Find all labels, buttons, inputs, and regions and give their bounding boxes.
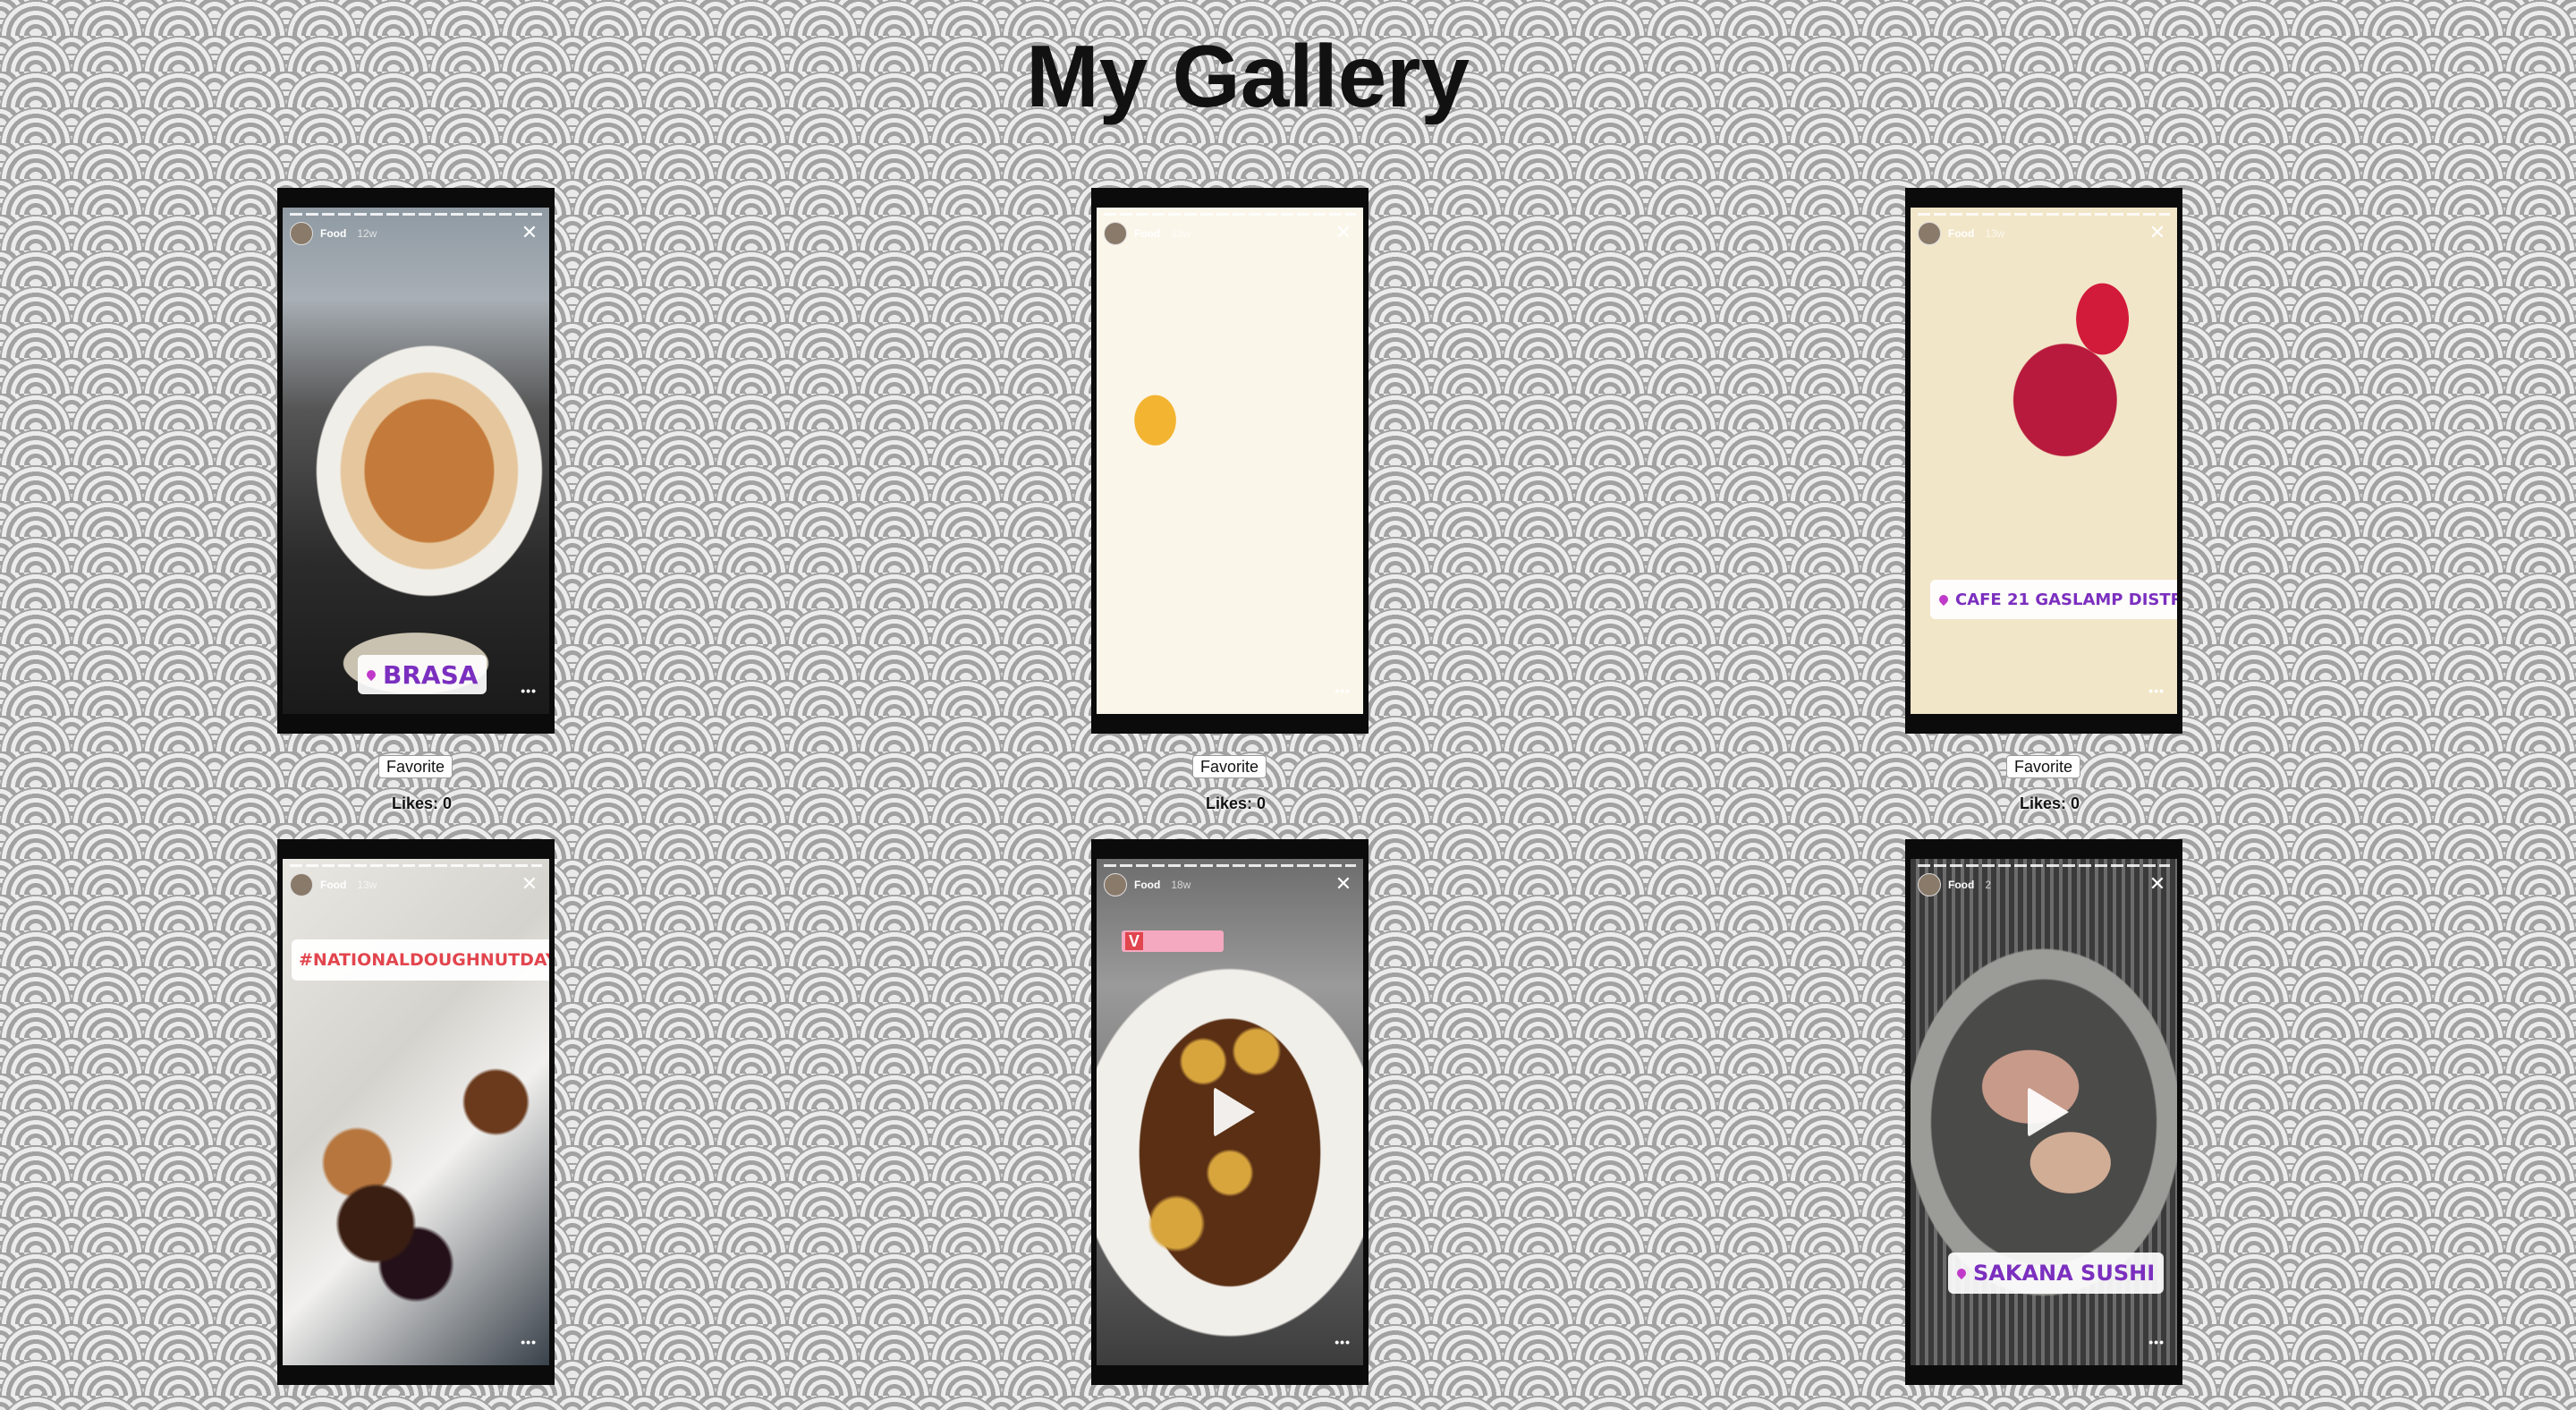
page-title: My Gallery: [1026, 27, 1470, 125]
text-sticker-letter: V: [1125, 932, 1144, 950]
likes-count: Likes: 0: [392, 794, 453, 812]
food-photo-french-toast-breakfast: [1097, 208, 1363, 714]
location-pin-icon: [1954, 1266, 1969, 1280]
more-icon[interactable]: •••: [521, 1335, 537, 1349]
food-photo-crepe-cake: [1911, 208, 2177, 714]
food-photo-onion-rings: [283, 208, 549, 714]
story-frame: Food 13w ✕ •••: [1097, 208, 1363, 714]
close-icon[interactable]: ✕: [2147, 873, 2168, 895]
more-icon[interactable]: •••: [521, 684, 537, 698]
location-sticker-text: CAFE 21 GASLAMP DISTRICT: [1955, 590, 2177, 609]
avatar: [1104, 873, 1127, 896]
story-progress-bar: [1104, 213, 1356, 216]
story-header: Food 18w ✕: [1104, 871, 1356, 898]
text-sticker: V: [1122, 930, 1224, 952]
more-icon[interactable]: •••: [1335, 684, 1351, 698]
close-icon[interactable]: ✕: [1333, 222, 1354, 243]
favorite-button[interactable]: Favorite: [378, 755, 453, 778]
story-progress-bar: [290, 213, 542, 216]
story-account-name: Food: [320, 879, 347, 891]
favorite-button[interactable]: Favorite: [2006, 755, 2081, 778]
story-progress-bar: [1918, 213, 2170, 216]
story-frame: Food 18w ✕ V •••: [1097, 859, 1363, 1365]
story-account-name: Food: [1948, 227, 1975, 240]
story-frame: Food 12w ✕ BRASA •••: [283, 208, 549, 714]
location-sticker: SAKANA SUSHI: [1948, 1253, 2165, 1294]
story-age: 13w: [357, 879, 377, 891]
location-pin-icon: [1936, 592, 1951, 607]
hashtag-sticker-text: #NATIONALDOUGHNUTDAY: [299, 950, 549, 970]
location-pin-icon: [364, 667, 378, 682]
gallery-card[interactable]: Food 13w ✕ #NATIONALDOUGHNUTDAY •••: [277, 839, 555, 1385]
story-header: Food 13w ✕: [1918, 220, 2170, 247]
story-header: Food 12w ✕: [290, 220, 542, 247]
more-icon[interactable]: •••: [2148, 1335, 2165, 1349]
avatar: [290, 873, 313, 896]
avatar: [1918, 222, 1941, 245]
gallery-card[interactable]: Food 13w ✕ CAFE 21 GASLAMP DISTRICT •••: [1905, 188, 2182, 734]
story-progress-bar: [1918, 864, 2170, 867]
story-age: 13w: [1985, 227, 2005, 240]
gallery-card[interactable]: Food 13w ✕ •••: [1091, 188, 1368, 734]
avatar: [1918, 873, 1941, 896]
play-icon[interactable]: [1214, 1087, 1255, 1137]
location-sticker: CAFE 21 GASLAMP DISTRICT: [1930, 580, 2177, 619]
play-icon[interactable]: [2028, 1087, 2069, 1137]
favorite-button[interactable]: Favorite: [1192, 755, 1267, 778]
gallery-card[interactable]: Food 2 ✕ SAKANA SUSHI •••: [1905, 839, 2182, 1385]
gallery-card[interactable]: Food 18w ✕ V •••: [1091, 839, 1368, 1385]
location-sticker-text: SAKANA SUSHI: [1973, 1261, 2156, 1286]
likes-count: Likes: 0: [1206, 794, 1267, 812]
story-frame: Food 13w ✕ #NATIONALDOUGHNUTDAY •••: [283, 859, 549, 1365]
close-icon[interactable]: ✕: [1333, 873, 1354, 895]
gallery-card[interactable]: Food 12w ✕ BRASA •••: [277, 188, 555, 734]
story-frame: Food 13w ✕ CAFE 21 GASLAMP DISTRICT •••: [1911, 208, 2177, 714]
location-sticker: BRASA: [358, 655, 487, 694]
avatar: [290, 222, 313, 245]
more-icon[interactable]: •••: [2148, 684, 2165, 698]
story-frame: Food 2 ✕ SAKANA SUSHI •••: [1911, 859, 2177, 1365]
story-account-name: Food: [1134, 227, 1161, 240]
avatar: [1104, 222, 1127, 245]
story-account-name: Food: [1134, 879, 1161, 891]
hashtag-sticker: #NATIONALDOUGHNUTDAY: [292, 939, 549, 981]
close-icon[interactable]: ✕: [519, 222, 540, 243]
likes-count: Likes: 0: [2020, 794, 2080, 812]
close-icon[interactable]: ✕: [519, 873, 540, 895]
story-progress-bar: [290, 864, 542, 867]
story-progress-bar: [1104, 864, 1356, 867]
more-icon[interactable]: •••: [1335, 1335, 1351, 1349]
story-header: Food 2 ✕: [1918, 871, 2170, 898]
story-age: 18w: [1171, 879, 1191, 891]
story-account-name: Food: [1948, 879, 1975, 891]
location-sticker-text: BRASA: [383, 659, 479, 690]
story-header: Food 13w ✕: [290, 871, 542, 898]
close-icon[interactable]: ✕: [2147, 222, 2168, 243]
story-age: 2: [1985, 879, 1992, 891]
story-header: Food 13w ✕: [1104, 220, 1356, 247]
story-age: 12w: [357, 227, 377, 240]
story-account-name: Food: [320, 227, 347, 240]
food-photo-doughnuts: [283, 859, 549, 1365]
story-age: 13w: [1171, 227, 1191, 240]
